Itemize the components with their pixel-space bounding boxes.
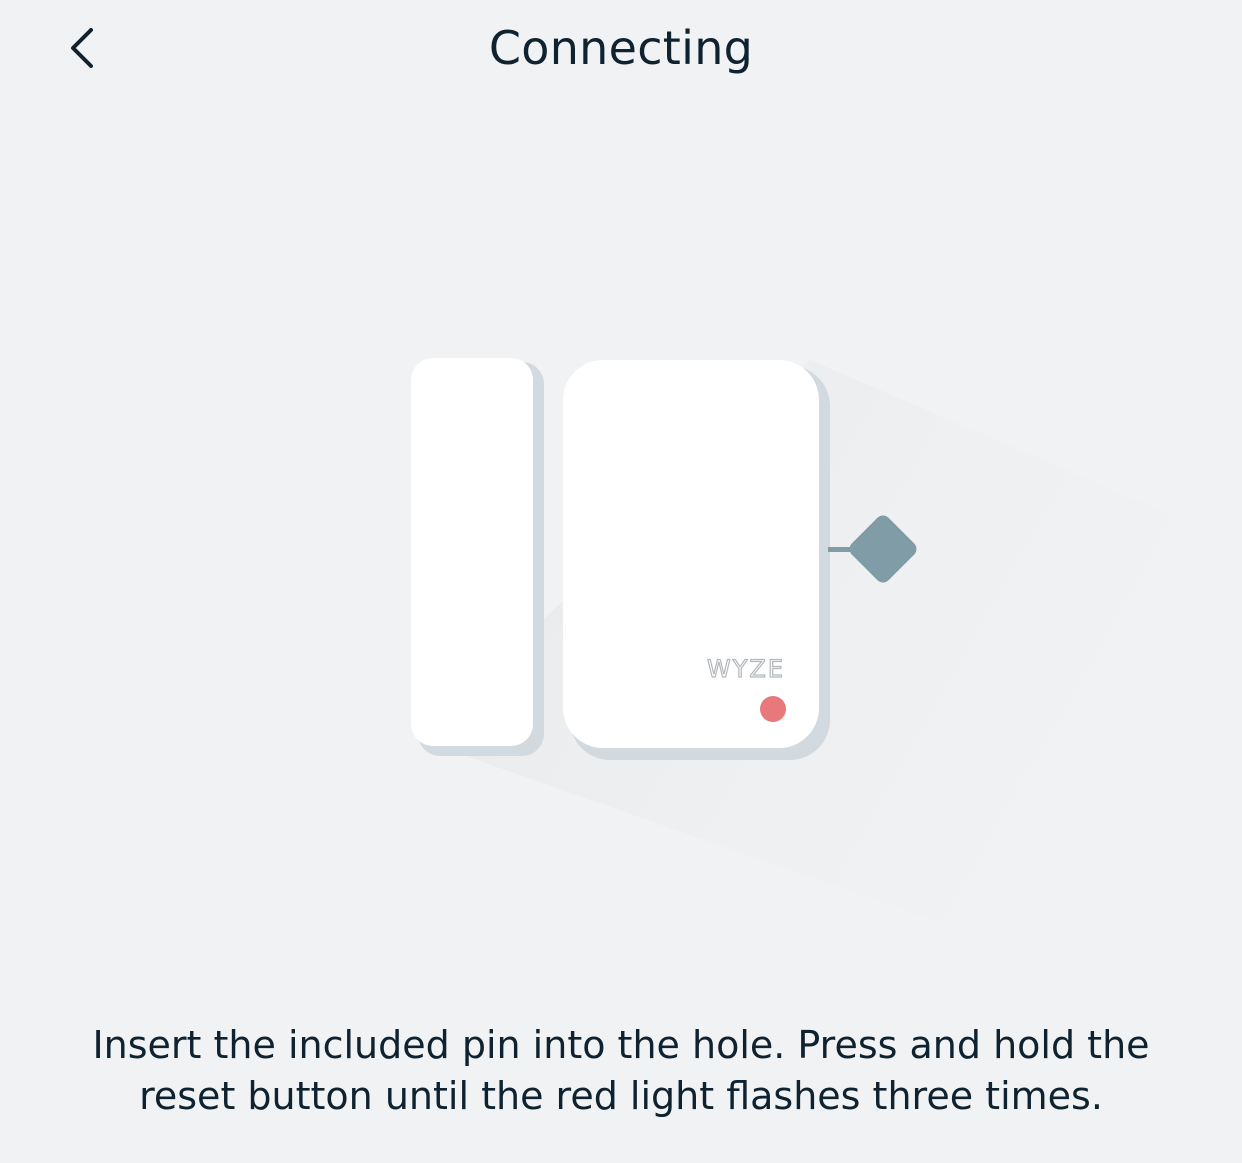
device-brand-logo: WYZE [707,655,785,683]
contact-sensor-illustration: WYZE [411,358,1230,930]
magnet-piece [411,358,544,756]
connecting-screen: WYZE Connecting Insert the included pin … [0,0,1242,1163]
status-led-icon [760,696,786,722]
navigation-bar: Connecting [0,0,1242,96]
page-title: Connecting [488,21,754,75]
instruction-text: Insert the included pin into the hole. P… [92,1023,1150,1118]
sensor-body [563,360,830,760]
